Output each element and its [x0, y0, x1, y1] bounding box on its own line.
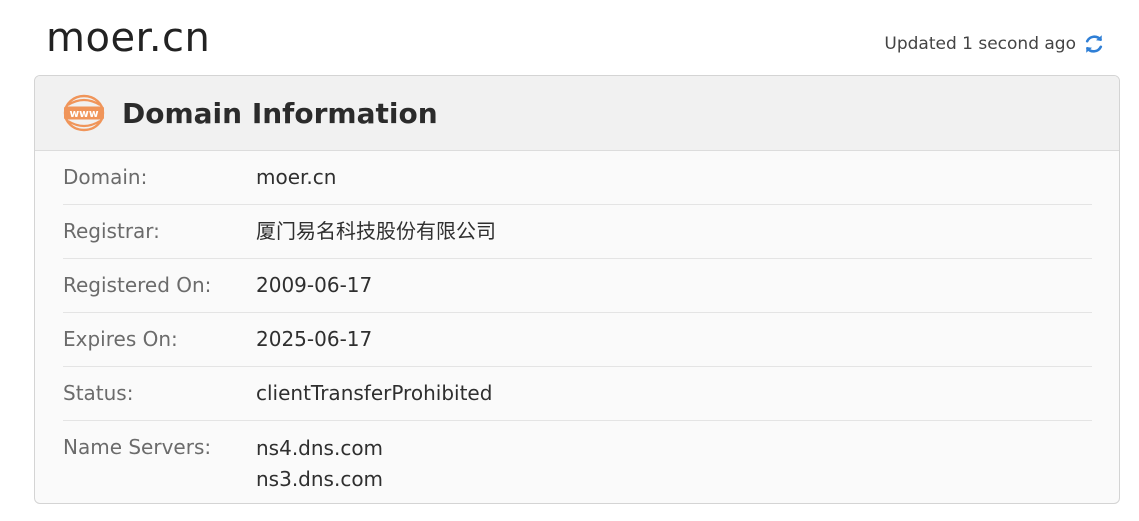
expires-on-value: 2025-06-17: [256, 327, 373, 351]
name-server-1: ns4.dns.com: [256, 436, 384, 460]
card-title: Domain Information: [122, 96, 438, 130]
status-label: Status:: [63, 381, 134, 405]
row-registered-on: Registered On: 2009-06-17: [63, 259, 1092, 313]
domain-info-card: www Domain Information Domain: moer.cn R…: [34, 75, 1120, 504]
name-servers-label: Name Servers:: [63, 435, 212, 459]
top-bar: moer.cn Updated 1 second ago: [0, 0, 1139, 75]
status-value: clientTransferProhibited: [256, 381, 493, 405]
row-name-servers: Name Servers: ns4.dns.com ns3.dns.com: [63, 421, 1092, 495]
row-registrar: Registrar: 厦门易名科技股份有限公司: [63, 205, 1092, 259]
registrar-label: Registrar:: [63, 219, 160, 243]
refresh-icon[interactable]: [1083, 32, 1105, 56]
update-status: Updated 1 second ago: [884, 31, 1105, 57]
registered-on-label: Registered On:: [63, 273, 212, 297]
site-title: moer.cn: [46, 15, 211, 61]
card-header: www Domain Information: [35, 76, 1119, 151]
row-expires-on: Expires On: 2025-06-17: [63, 313, 1092, 367]
domain-value: moer.cn: [256, 165, 337, 189]
row-domain: Domain: moer.cn: [63, 151, 1092, 205]
www-icon: www: [63, 94, 105, 132]
www-icon-text: www: [69, 108, 98, 120]
registrar-value: 厦门易名科技股份有限公司: [256, 219, 496, 243]
domain-label: Domain:: [63, 165, 148, 189]
updated-text: Updated 1 second ago: [884, 34, 1076, 54]
name-servers-value: ns4.dns.com ns3.dns.com: [256, 433, 383, 495]
expires-on-label: Expires On:: [63, 327, 178, 351]
name-server-2: ns3.dns.com: [256, 467, 384, 491]
row-status: Status: clientTransferProhibited: [63, 367, 1092, 421]
registered-on-value: 2009-06-17: [256, 273, 373, 297]
info-rows: Domain: moer.cn Registrar: 厦门易名科技股份有限公司 …: [35, 151, 1119, 495]
